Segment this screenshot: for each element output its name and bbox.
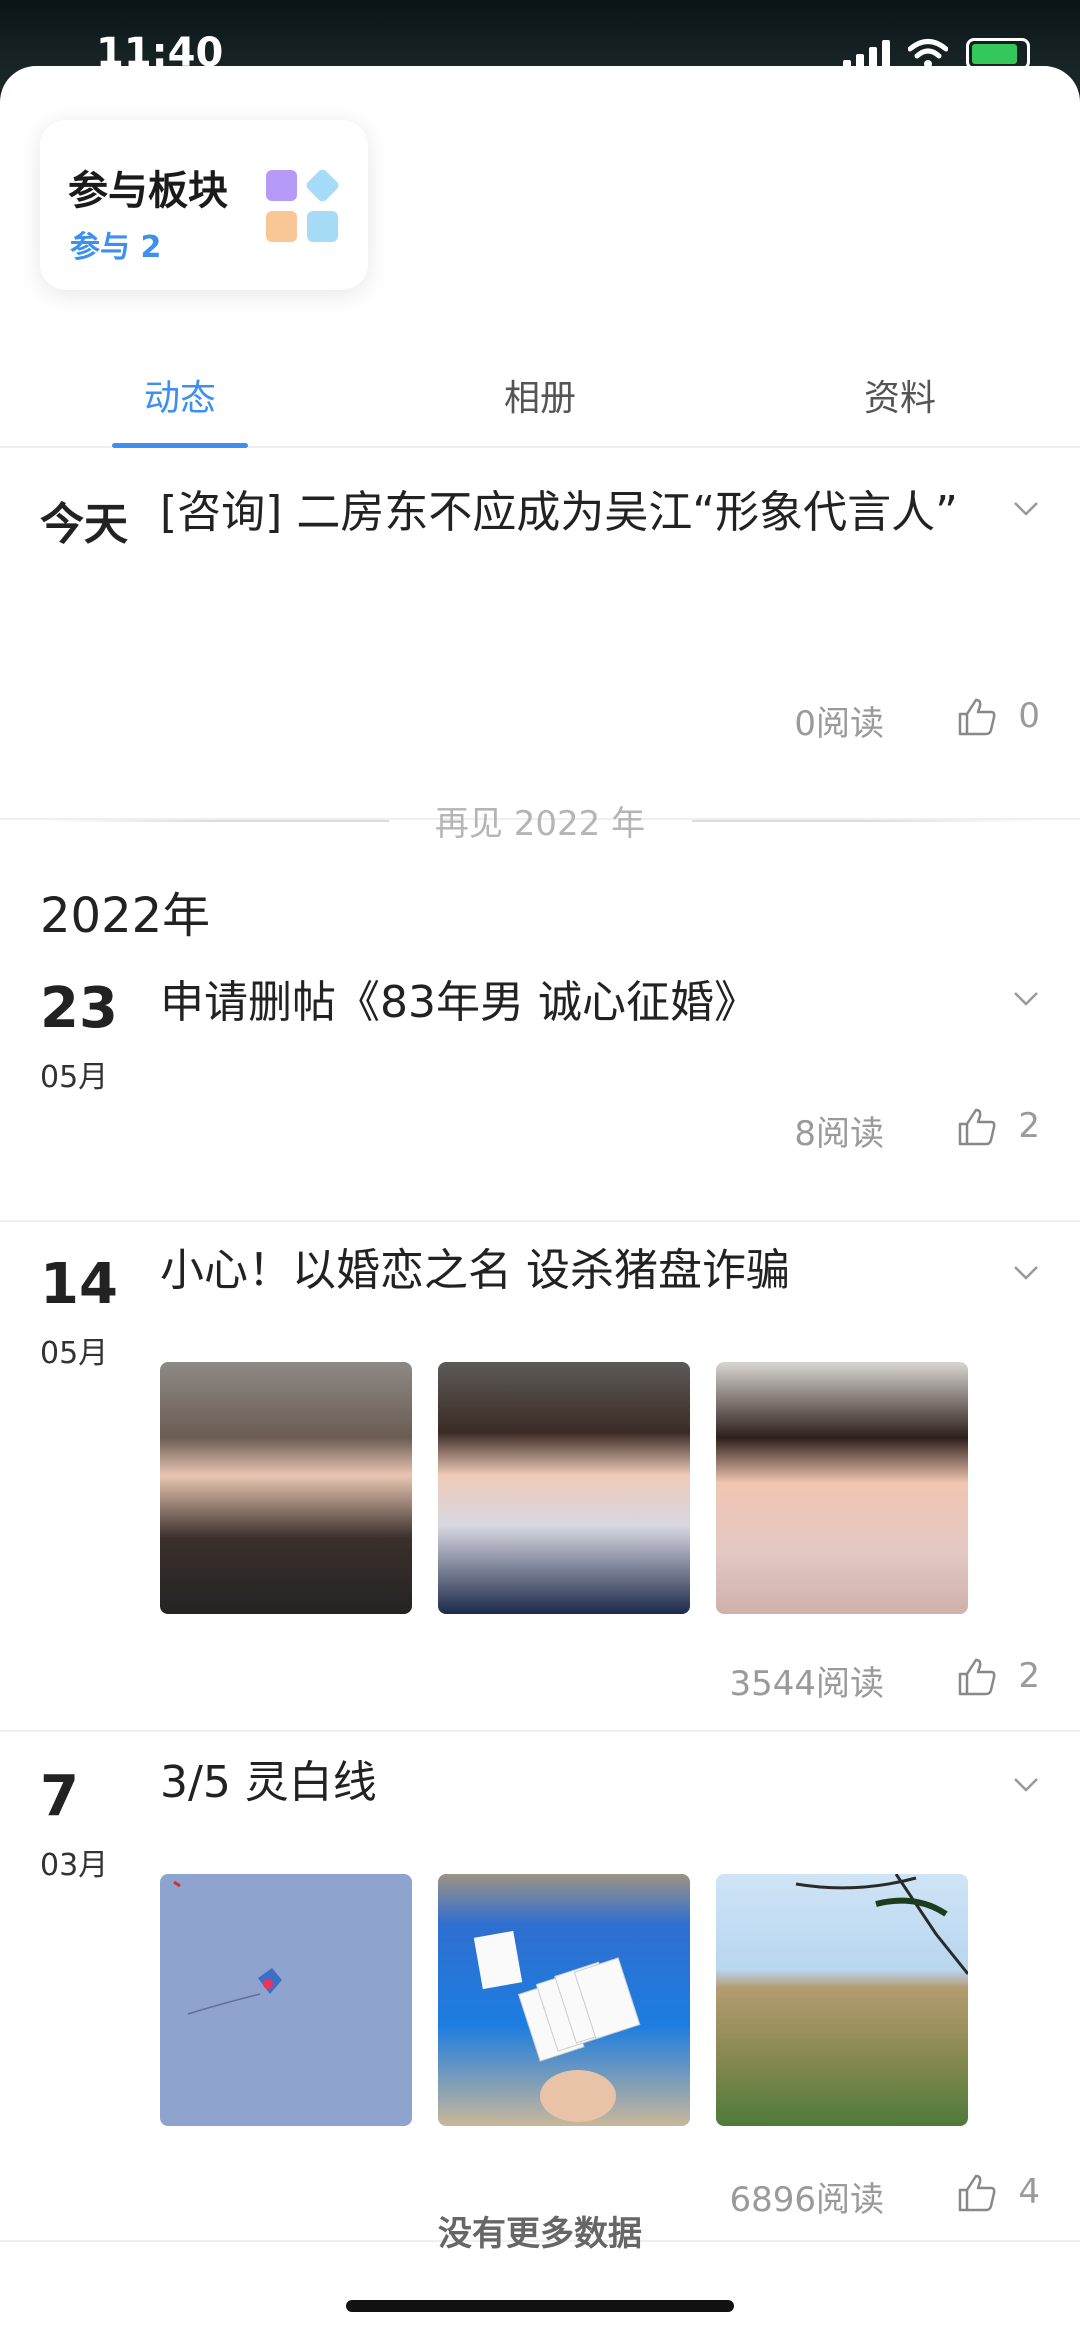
chevron-down-icon[interactable]: [1012, 494, 1040, 522]
home-indicator[interactable]: [346, 2300, 734, 2312]
board-card-title: 参与板块: [68, 168, 228, 214]
participated-boards-card[interactable]: 参与板块 参与 2: [40, 120, 368, 290]
tab-feed[interactable]: 动态: [80, 356, 280, 448]
post-photo[interactable]: [438, 1362, 690, 1614]
post-day: 14: [40, 1252, 118, 1317]
like-count: 2: [1018, 1656, 1040, 1696]
post-title[interactable]: [咨询] 二房东不应成为吴江“形象代言人”: [160, 476, 960, 550]
tab-bar: 动态 相册 资料: [0, 356, 1080, 448]
thumbs-up-icon[interactable]: [956, 1106, 998, 1148]
post-item[interactable]: 23 05月 申请删帖《83年男 诚心征婚》 8阅读 2: [0, 946, 1080, 1222]
post-photo[interactable]: [160, 1362, 412, 1614]
thumbs-up-icon[interactable]: [956, 696, 998, 738]
post-title[interactable]: 申请删帖《83年男 诚心征婚》: [160, 966, 960, 1040]
active-tab-indicator: [112, 443, 248, 448]
post-day-label: 今天: [40, 499, 128, 550]
chevron-down-icon[interactable]: [1012, 1770, 1040, 1798]
tab-profile-info[interactable]: 资料: [800, 356, 1000, 448]
year-divider-text: 再见 2022 年: [434, 804, 646, 844]
profile-sheet: 参与板块 参与 2 动态 相册 资料 今天 [咨询] 二房东不应成为吴江“形象代…: [0, 66, 1080, 2337]
post-photo[interactable]: [438, 1874, 690, 2126]
post-title[interactable]: 小心！以婚恋之名 设杀猪盘诈骗: [160, 1234, 960, 1308]
read-count: 3544阅读: [729, 1664, 884, 1704]
like-count: 0: [1018, 696, 1040, 736]
board-grid-icon: [266, 167, 341, 242]
read-count: 8阅读: [794, 1114, 884, 1154]
no-more-data-text: 没有更多数据: [438, 2214, 642, 2254]
post-month: 05月: [40, 1060, 109, 1095]
year-heading: 2022年: [40, 888, 211, 944]
post-day: 7: [40, 1764, 79, 1829]
like-count: 2: [1018, 1106, 1040, 1146]
post-day: 23: [40, 976, 118, 1041]
post-month: 05月: [40, 1336, 109, 1371]
post-item[interactable]: 7 03月 3/5 灵白线 6896阅读 4: [0, 1732, 1080, 2242]
post-month: 03月: [40, 1848, 109, 1883]
post-item[interactable]: 14 05月 小心！以婚恋之名 设杀猪盘诈骗 3544阅读 2: [0, 1222, 1080, 1732]
post-item[interactable]: 今天 [咨询] 二房东不应成为吴江“形象代言人” 0阅读 0: [0, 450, 1080, 820]
post-photo[interactable]: [160, 1874, 412, 2126]
post-photo[interactable]: [716, 1362, 968, 1614]
tab-album[interactable]: 相册: [440, 356, 640, 448]
chevron-down-icon[interactable]: [1012, 1258, 1040, 1286]
post-title[interactable]: 3/5 灵白线: [160, 1746, 960, 1820]
thumbs-up-icon[interactable]: [956, 1656, 998, 1698]
board-card-count: 参与 2: [70, 230, 162, 265]
read-count: 0阅读: [794, 704, 884, 744]
post-photo[interactable]: [716, 1874, 968, 2126]
chevron-down-icon[interactable]: [1012, 984, 1040, 1012]
